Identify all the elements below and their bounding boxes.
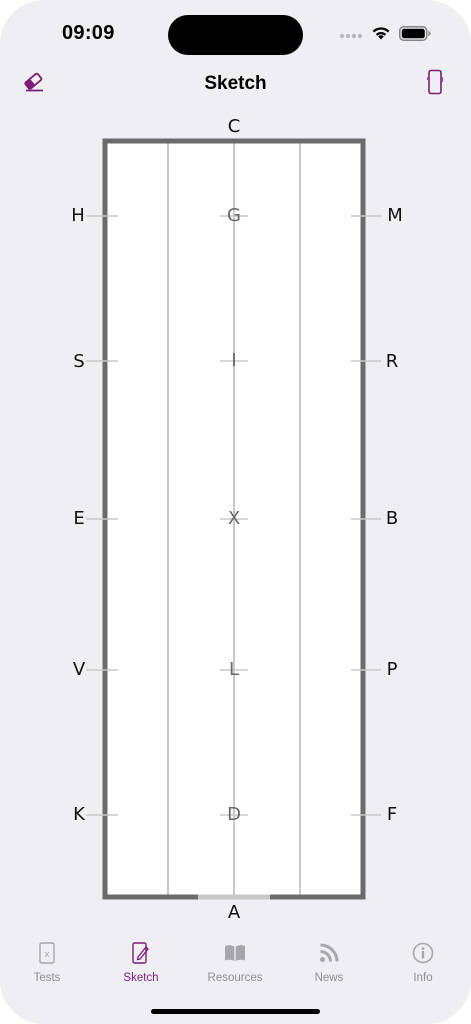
marker-center-2: I — [231, 350, 237, 371]
tab-info[interactable]: Info — [376, 940, 470, 984]
tab-tests-label: Tests — [33, 972, 61, 984]
marker-right-3: B — [385, 508, 399, 529]
marker-left-5: K — [73, 804, 85, 825]
marker-left-3: E — [73, 508, 85, 529]
marker-left-2: S — [73, 351, 85, 372]
dynamic-island — [168, 15, 303, 55]
marker-right-4: P — [386, 659, 398, 680]
tab-news[interactable]: News — [282, 940, 376, 984]
rss-icon — [315, 940, 343, 966]
svg-text:x: x — [44, 950, 50, 960]
tab-resources-label: Resources — [207, 972, 263, 984]
marker-left-1: H — [71, 205, 85, 226]
marker-center-3: X — [227, 508, 241, 529]
rotate-device-button[interactable] — [421, 69, 449, 100]
book-icon — [221, 940, 249, 966]
home-indicator[interactable] — [151, 1009, 320, 1014]
marker-top: C — [227, 116, 241, 137]
tab-news-label: News — [314, 972, 344, 984]
wifi-icon — [371, 25, 391, 46]
tab-tests[interactable]: x Tests — [0, 940, 94, 984]
status-time: 09:09 — [62, 22, 115, 44]
phone-screen: 09:09 Sketch C A H S E V K G I X L D M R… — [0, 0, 471, 1024]
marker-center-5: D — [227, 804, 241, 825]
test-sheet-icon: x — [33, 940, 61, 966]
tab-sketch-label: Sketch — [123, 972, 159, 984]
status-icons — [339, 25, 431, 46]
tab-info-label: Info — [413, 972, 433, 984]
battery-icon — [399, 25, 431, 46]
marker-right-2: R — [385, 351, 399, 372]
marker-right-1: M — [387, 205, 403, 226]
marker-center-1: G — [227, 205, 241, 226]
marker-center-4: L — [228, 659, 240, 680]
sketch-pencil-icon — [127, 940, 155, 966]
tab-resources[interactable]: Resources — [188, 940, 282, 984]
signal-icon — [339, 27, 363, 45]
tab-sketch[interactable]: Sketch — [94, 940, 188, 984]
phone-rotate-icon — [426, 69, 444, 100]
marker-right-5: F — [386, 804, 398, 825]
dressage-arena-canvas[interactable]: C A H S E V K G I X L D M R B P F — [0, 110, 471, 930]
marker-left-4: V — [72, 659, 86, 680]
marker-bottom: A — [227, 902, 241, 923]
info-icon — [409, 940, 437, 966]
page-title: Sketch — [204, 73, 267, 94]
